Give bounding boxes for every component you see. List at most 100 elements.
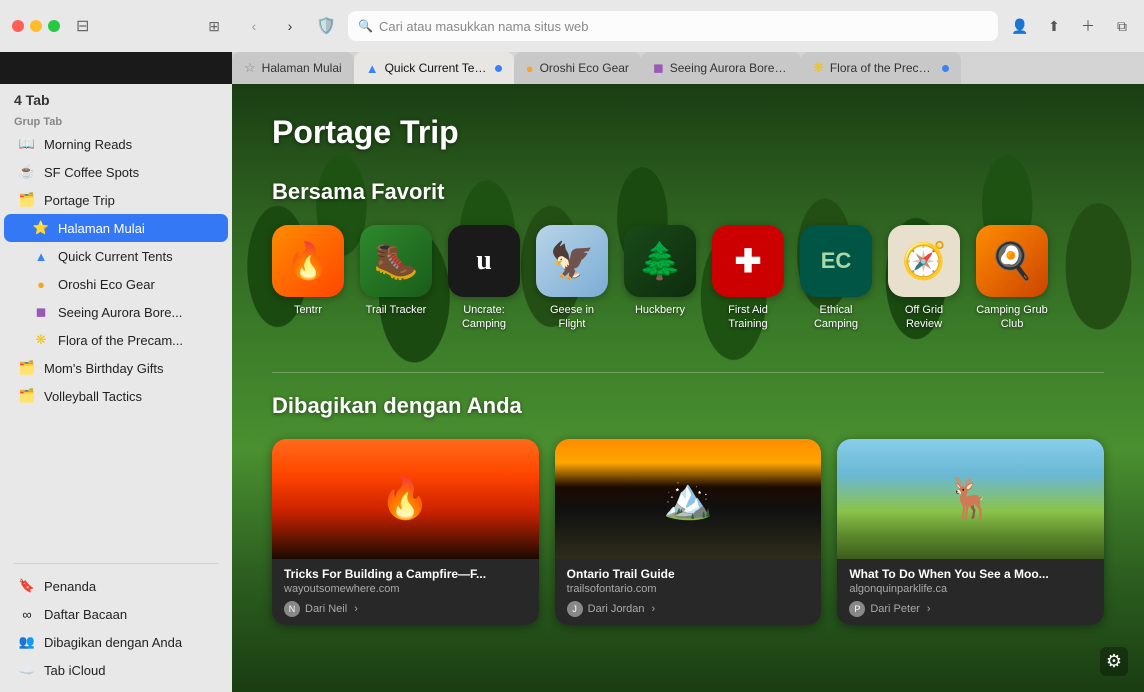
penanda-icon: 🔖 bbox=[18, 577, 36, 595]
volleyball-label: Volleyball Tactics bbox=[44, 389, 214, 404]
tab-count: 4 Tab bbox=[0, 84, 232, 112]
tab-oroshi-eco-gear[interactable]: ● Oroshi Eco Gear bbox=[514, 52, 641, 84]
campfire-image: 🔥 bbox=[272, 439, 539, 559]
tab-dot-quick-current-tents bbox=[495, 65, 502, 72]
quick-current-label: Quick Current Tents bbox=[58, 249, 214, 264]
shared-grid: 🔥 Tricks For Building a Campfire—F... wa… bbox=[272, 439, 1104, 625]
tab-grid-button[interactable]: ⧉ bbox=[1108, 12, 1136, 40]
shared-card-campfire[interactable]: 🔥 Tricks For Building a Campfire—F... wa… bbox=[272, 439, 539, 625]
ontario-from-label: Dari Jordan bbox=[588, 603, 645, 615]
sidebar-item-halaman-mulai[interactable]: ⭐ Halaman Mulai bbox=[4, 214, 228, 242]
portage-trip-label: Portage Trip bbox=[44, 193, 214, 208]
campfire-domain: wayoutsomewhere.com bbox=[284, 583, 527, 595]
favorite-ethical-camping[interactable]: EC Ethical Camping bbox=[800, 225, 872, 332]
page-title: Portage Trip bbox=[272, 114, 1104, 151]
moose-chevron: › bbox=[927, 603, 931, 615]
content-overlay: Portage Trip Bersama Favorit 🔥 Tentrr 🥾 … bbox=[232, 84, 1144, 655]
campfire-from: N Dari Neil › bbox=[284, 601, 527, 617]
ethical-camping-label: Ethical Camping bbox=[800, 303, 872, 332]
fullscreen-button[interactable] bbox=[48, 20, 60, 32]
shared-card-ontario[interactable]: 🏔️ Ontario Trail Guide trailsofontario.c… bbox=[555, 439, 822, 625]
ontario-chevron: › bbox=[652, 603, 656, 615]
halaman-mulai-label: Halaman Mulai bbox=[58, 221, 214, 236]
tab-flora[interactable]: ❋ Flora of the Precambi... bbox=[801, 52, 961, 84]
sidebar-item-sf-coffee[interactable]: ☕ SF Coffee Spots bbox=[4, 158, 228, 186]
dibagikan-icon: 👥 bbox=[18, 633, 36, 651]
sidebar-item-aurora[interactable]: ◼ Seeing Aurora Bore... bbox=[4, 298, 228, 326]
tab-overview-button[interactable]: ⊞ bbox=[208, 18, 220, 35]
sidebar-item-dibagikan[interactable]: 👥 Dibagikan dengan Anda bbox=[4, 628, 228, 656]
tab-seeing-aurora[interactable]: ◼ Seeing Aurora Boreali... bbox=[641, 52, 801, 84]
sidebar-item-portage-trip[interactable]: 🗂️ Portage Trip bbox=[4, 186, 228, 214]
sidebar-item-morning-reads[interactable]: 📖 Morning Reads bbox=[4, 130, 228, 158]
ontario-title: Ontario Trail Guide bbox=[567, 567, 810, 581]
sidebar-titlebar: ⊟ ⊞ bbox=[0, 0, 232, 52]
shield-icon: 🛡️ bbox=[312, 12, 340, 40]
volleyball-icon: 🗂️ bbox=[18, 387, 36, 405]
group-tab-label: Grup Tab bbox=[0, 112, 232, 130]
shared-title: Dibagikan dengan Anda bbox=[272, 393, 1104, 419]
tab-favicon-oroshi: ● bbox=[526, 61, 534, 76]
favorite-huckberry[interactable]: 🌲 Huckberry bbox=[624, 225, 696, 332]
off-grid-icon: 🧭 bbox=[888, 225, 960, 297]
titlebar: ⊟ ⊞ ‹ › 🛡️ 🔍 Cari atau masukkan nama sit… bbox=[0, 0, 1144, 52]
address-bar[interactable]: 🔍 Cari atau masukkan nama situs web bbox=[348, 11, 998, 41]
favorite-tentrr[interactable]: 🔥 Tentrr bbox=[272, 225, 344, 332]
sf-coffee-icon: ☕ bbox=[18, 163, 36, 181]
address-placeholder: Cari atau masukkan nama situs web bbox=[379, 19, 589, 34]
tab-dot-flora bbox=[942, 65, 949, 72]
back-button[interactable]: ‹ bbox=[240, 12, 268, 40]
sidebar-item-daftar-bacaan[interactable]: ∞ Daftar Bacaan bbox=[4, 600, 228, 628]
close-button[interactable] bbox=[12, 20, 24, 32]
sidebar-item-quick-current[interactable]: ▲ Quick Current Tents bbox=[4, 242, 228, 270]
dibagikan-label: Dibagikan dengan Anda bbox=[44, 635, 214, 650]
geese-label: Geese in Flight bbox=[536, 303, 608, 332]
favorite-off-grid[interactable]: 🧭 Off Grid Review bbox=[888, 225, 960, 332]
sidebar-item-icloud[interactable]: ☁️ Tab iCloud bbox=[4, 656, 228, 684]
moose-image: 🦌 bbox=[837, 439, 1104, 559]
favorite-geese[interactable]: 🦅 Geese in Flight bbox=[536, 225, 608, 332]
share-button[interactable]: ⬆ bbox=[1040, 12, 1068, 40]
main-content: Portage Trip Bersama Favorit 🔥 Tentrr 🥾 … bbox=[232, 84, 1144, 692]
flora-icon: ❋ bbox=[32, 331, 50, 349]
campfire-title: Tricks For Building a Campfire—F... bbox=[284, 567, 527, 581]
sidebar-toggle-button[interactable]: ⊟ bbox=[76, 16, 89, 36]
moose-footer: What To Do When You See a Moo... algonqu… bbox=[837, 559, 1104, 625]
traffic-lights bbox=[12, 20, 60, 32]
tab-favicon-aurora: ◼ bbox=[653, 60, 664, 76]
profile-button[interactable]: 👤 bbox=[1006, 12, 1034, 40]
tab-halaman-mulai[interactable]: ☆ Halaman Mulai bbox=[232, 52, 354, 84]
sidebar-item-flora[interactable]: ❋ Flora of the Precam... bbox=[4, 326, 228, 354]
new-tab-button[interactable]: ＋ bbox=[1074, 12, 1102, 40]
oroshi-label: Oroshi Eco Gear bbox=[58, 277, 214, 292]
oroshi-icon: ● bbox=[32, 275, 50, 293]
shared-card-moose[interactable]: 🦌 What To Do When You See a Moo... algon… bbox=[837, 439, 1104, 625]
sidebar-item-oroshi[interactable]: ● Oroshi Eco Gear bbox=[4, 270, 228, 298]
sidebar-item-penanda[interactable]: 🔖 Penanda bbox=[4, 572, 228, 600]
tab-label-flora: Flora of the Precambi... bbox=[830, 61, 936, 75]
camping-grub-label: Camping Grub Club bbox=[976, 303, 1048, 332]
tab-quick-current-tents[interactable]: ▲ Quick Current Tents bbox=[354, 52, 514, 84]
sidebar-item-volleyball[interactable]: 🗂️ Volleyball Tactics bbox=[4, 382, 228, 410]
favorites-grid: 🔥 Tentrr 🥾 Trail Tracker u Uncrate: Camp… bbox=[272, 225, 1104, 332]
favorite-first-aid[interactable]: ✚ First Aid Training bbox=[712, 225, 784, 332]
forward-button[interactable]: › bbox=[276, 12, 304, 40]
ontario-from: J Dari Jordan › bbox=[567, 601, 810, 617]
tab-favicon-quick-current-tents: ▲ bbox=[366, 61, 379, 76]
daftar-bacaan-label: Daftar Bacaan bbox=[44, 607, 214, 622]
favorite-trail-tracker[interactable]: 🥾 Trail Tracker bbox=[360, 225, 432, 332]
favorite-uncrate[interactable]: u Uncrate: Camping bbox=[448, 225, 520, 332]
neil-avatar: N bbox=[284, 601, 300, 617]
uncrate-label: Uncrate: Camping bbox=[448, 303, 520, 332]
campfire-from-label: Dari Neil bbox=[305, 603, 347, 615]
favorites-title: Bersama Favorit bbox=[272, 179, 1104, 205]
content-area: 4 Tab Grup Tab 📖 Morning Reads ☕ SF Coff… bbox=[0, 84, 1144, 692]
favorite-camping-grub[interactable]: 🍳 Camping Grub Club bbox=[976, 225, 1048, 332]
sf-coffee-label: SF Coffee Spots bbox=[44, 165, 214, 180]
trail-tracker-label: Trail Tracker bbox=[366, 303, 427, 317]
campfire-chevron: › bbox=[354, 603, 358, 615]
sidebar-item-moms-birthday[interactable]: 🗂️ Mom's Birthday Gifts bbox=[4, 354, 228, 382]
customize-button[interactable]: ⚙ bbox=[1100, 647, 1128, 676]
minimize-button[interactable] bbox=[30, 20, 42, 32]
tabs-bar: ☆ Halaman Mulai ▲ Quick Current Tents ● … bbox=[232, 52, 1144, 84]
